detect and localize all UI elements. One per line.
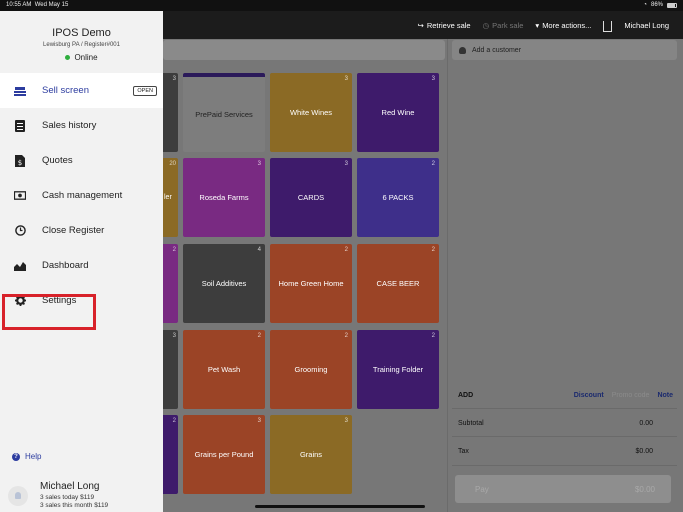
pay-amount: $0.00 (634, 484, 655, 494)
tile-roseda-farms[interactable]: 3 Roseda Farms (183, 158, 265, 237)
user-sales-today: 3 sales today $119 (40, 494, 95, 501)
more-actions-button[interactable]: ▾ More actions... (535, 21, 591, 30)
tax-row: Tax $0.00 (458, 448, 653, 455)
promo-code-button[interactable]: Promo code (612, 392, 650, 399)
menu-item-sell-screen[interactable]: Sell screen OPEN (0, 73, 163, 108)
wifi-icon: ◔ (643, 2, 647, 8)
menu-item-dashboard[interactable]: Dashboard (0, 248, 163, 283)
pay-button[interactable]: Pay $0.00 (455, 475, 671, 503)
tile-training-folder[interactable]: 2 Training Folder (357, 330, 439, 409)
tile-grooming[interactable]: 2 Grooming (270, 330, 352, 409)
product-tile[interactable]: 3 (163, 330, 178, 409)
connection-status: Online (0, 53, 163, 62)
divider (452, 465, 677, 466)
list-icon (14, 119, 26, 132)
tile-grains-per-pound[interactable]: 3 Grains per Pound (183, 415, 265, 494)
user-summary-name: Michael Long (40, 481, 100, 492)
drawer-header: IPOS Demo Lewisburg PA / Register#001 On… (0, 11, 163, 62)
tile-prepaid-services[interactable]: PrePaid Services (183, 73, 265, 152)
divider (452, 408, 677, 409)
help-icon: ? (12, 452, 20, 461)
tile-home-green-home[interactable]: 2 Home Green Home (270, 244, 352, 323)
register-name: Lewisburg PA / Register#001 (43, 42, 120, 48)
add-label: ADD (458, 392, 474, 399)
tile-pet-wash[interactable]: 2 Pet Wash (183, 330, 265, 409)
user-summary[interactable]: Michael Long 3 sales today $119 3 sales … (8, 481, 108, 509)
cash-icon (14, 190, 26, 202)
tile-cards[interactable]: 3 CARDS (270, 158, 352, 237)
online-dot-icon (65, 55, 71, 60)
subtotal-value: 0.00 (639, 420, 653, 427)
home-indicator[interactable] (255, 505, 425, 508)
document-dollar-icon: $ (14, 154, 26, 167)
navigation-drawer: IPOS Demo Lewisburg PA / Register#001 On… (0, 11, 163, 512)
sale-add-row: ADD Discount Promo code Note (458, 392, 673, 399)
menu-item-cash-management[interactable]: Cash management (0, 178, 163, 213)
user-name[interactable]: Michael Long (624, 21, 669, 30)
drawer-menu: Sell screen OPEN Sales history $ Quotes … (0, 73, 163, 318)
divider (452, 436, 677, 437)
tile-case-beer[interactable]: 2 CASE BEER (357, 244, 439, 323)
subtotal-row: Subtotal 0.00 (458, 420, 653, 427)
retrieve-icon: ↪ (417, 20, 424, 30)
person-icon (459, 46, 466, 54)
menu-item-close-register[interactable]: Close Register (0, 213, 163, 248)
menu-item-quotes[interactable]: $ Quotes (0, 143, 163, 178)
battery-icon (667, 2, 677, 8)
park-sale-button[interactable]: ◷ Park sale (483, 21, 524, 30)
tile-red-wine[interactable]: 3 Red Wine (357, 73, 439, 152)
tile-soil-additives[interactable]: 4 Soil Additives (183, 244, 265, 323)
product-tile[interactable]: 2 (163, 244, 178, 323)
add-customer-field[interactable]: Add a customer (452, 40, 677, 60)
chart-icon (14, 260, 26, 272)
store-name: IPOS Demo (52, 27, 111, 39)
discount-button[interactable]: Discount (574, 392, 604, 399)
clock-icon (14, 225, 26, 237)
chevron-down-icon: ▾ (535, 20, 540, 30)
tile-grains[interactable]: 3 Grains (270, 415, 352, 494)
share-icon[interactable] (603, 20, 613, 32)
battery-percent: 86% (650, 2, 663, 8)
register-open-badge: OPEN (133, 86, 157, 96)
retrieve-sale-button[interactable]: ↪ Retrieve sale (418, 21, 471, 30)
park-icon: ◷ (482, 20, 490, 30)
note-button[interactable]: Note (657, 392, 673, 399)
tile-white-wines[interactable]: 3 White Wines (270, 73, 352, 152)
status-time: 10:55 AM Wed May 15 (6, 2, 69, 8)
status-bar: 10:55 AM Wed May 15 ◔ 86% (0, 0, 683, 11)
settings-highlight-box (2, 294, 96, 330)
user-sales-month: 3 sales this month $119 (40, 502, 109, 509)
product-tile[interactable]: 3 (163, 73, 178, 152)
tax-value: $0.00 (635, 448, 653, 455)
product-tile[interactable]: 2 (163, 415, 178, 494)
sale-panel (447, 39, 683, 512)
menu-item-sales-history[interactable]: Sales history (0, 108, 163, 143)
avatar (8, 486, 28, 506)
product-search-bar[interactable] (163, 40, 445, 60)
help-link[interactable]: ? Help (12, 452, 41, 461)
register-icon (14, 85, 26, 97)
svg-text:$: $ (18, 159, 22, 167)
tile-6-packs[interactable]: 26 PACKS (357, 158, 439, 237)
product-tile[interactable]: 20 ler (163, 158, 178, 237)
